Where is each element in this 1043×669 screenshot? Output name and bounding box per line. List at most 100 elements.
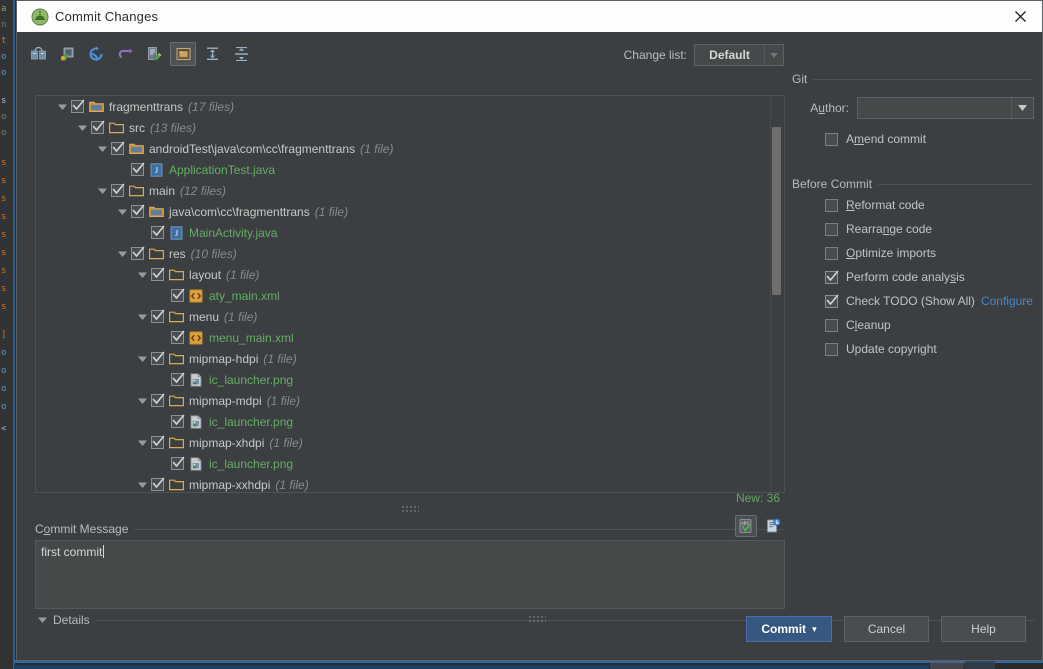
- tree-row[interactable]: aty_main.xml: [36, 285, 784, 306]
- tree-row-checkbox[interactable]: [171, 456, 185, 470]
- tree-row-checkbox[interactable]: [131, 246, 145, 260]
- rollback-icon[interactable]: [112, 42, 138, 66]
- tree-scrollbar[interactable]: [770, 97, 783, 491]
- tree-row-checkbox[interactable]: [171, 372, 185, 386]
- tree-row-checkbox[interactable]: [151, 267, 165, 281]
- author-input[interactable]: [858, 98, 1011, 118]
- option-row-update-copyright[interactable]: Update copyright: [792, 337, 1043, 361]
- splitter-handle-tree[interactable]: [401, 505, 419, 512]
- tree-scrollbar-thumb[interactable]: [772, 127, 781, 295]
- tree-row[interactable]: J ApplicationTest.java: [36, 159, 784, 180]
- chevron-down-icon[interactable]: [35, 613, 49, 627]
- cancel-button[interactable]: Cancel: [844, 616, 929, 642]
- edit-source-icon[interactable]: [141, 42, 167, 66]
- message-history-icon[interactable]: [762, 515, 784, 537]
- collapse-all-icon[interactable]: [228, 42, 254, 66]
- tree-row[interactable]: mipmap-xxhdpi (1 file): [36, 474, 784, 492]
- check-todo-checkbox[interactable]: [825, 294, 839, 308]
- tree-row[interactable]: menu_main.xml: [36, 327, 784, 348]
- chevron-down-icon[interactable]: [76, 121, 89, 134]
- tree-row-checkbox[interactable]: [71, 99, 85, 113]
- tree-row[interactable]: mipmap-xhdpi (1 file): [36, 432, 784, 453]
- tree-row-checkbox[interactable]: [151, 477, 165, 491]
- perform-code-analysis-checkbox[interactable]: [825, 270, 839, 284]
- optimize-imports-checkbox[interactable]: [825, 246, 838, 260]
- tree-row-name: aty_main.xml: [209, 288, 280, 303]
- tree-row[interactable]: menu (1 file): [36, 306, 784, 327]
- refresh-icon[interactable]: [83, 42, 109, 66]
- expand-all-icon[interactable]: [199, 42, 225, 66]
- spellcheck-icon[interactable]: ABC: [735, 515, 757, 537]
- editor-line-fragment: <: [1, 424, 7, 434]
- chevron-down-icon[interactable]: [136, 352, 149, 365]
- tree-row-name: menu_main.xml: [209, 330, 294, 345]
- move-to-changelist-icon[interactable]: [54, 42, 80, 66]
- tree-row-checkbox[interactable]: [151, 309, 165, 323]
- option-row-check-todo[interactable]: Check TODO (Show All) Configure: [792, 289, 1043, 313]
- tree-row-checkbox[interactable]: [151, 225, 165, 239]
- option-row-rearrange-code[interactable]: Rearrange code: [792, 217, 1043, 241]
- tree-row-checkbox[interactable]: [111, 141, 125, 155]
- tree-row[interactable]: res (10 files): [36, 243, 784, 264]
- author-combo[interactable]: [857, 97, 1034, 119]
- tree-row-checkbox[interactable]: [91, 120, 105, 134]
- tree-row[interactable]: androidTest\java\com\cc\fragmenttrans (1 …: [36, 138, 784, 159]
- tree-row[interactable]: fragmenttrans (17 files): [36, 96, 784, 117]
- tree-row-checkbox[interactable]: [151, 435, 165, 449]
- tree-row-file-count: (1 file): [269, 435, 303, 450]
- update-copyright-checkbox[interactable]: [825, 342, 838, 356]
- commit-message-input[interactable]: first commit: [35, 540, 785, 609]
- close-icon[interactable]: [998, 1, 1042, 32]
- tree-row-checkbox[interactable]: [131, 162, 145, 176]
- rearrange-code-label: Rearrange code: [846, 222, 932, 236]
- git-group-rule: [813, 78, 1032, 80]
- option-row-perform-code-analysis[interactable]: Perform code analysis: [792, 265, 1043, 289]
- changelist-combo[interactable]: Default: [694, 44, 784, 66]
- tree-row[interactable]: java\com\cc\fragmenttrans (1 file): [36, 201, 784, 222]
- chevron-down-icon[interactable]: [116, 205, 129, 218]
- chevron-down-icon[interactable]: [1011, 98, 1033, 118]
- configure-link[interactable]: Configure: [981, 294, 1033, 308]
- chevron-down-icon[interactable]: [136, 310, 149, 323]
- group-by-directory-icon[interactable]: [170, 42, 196, 66]
- tree-row[interactable]: mipmap-hdpi (1 file): [36, 348, 784, 369]
- tree-row-checkbox[interactable]: [111, 183, 125, 197]
- show-diff-icon[interactable]: [25, 42, 51, 66]
- rearrange-code-checkbox[interactable]: [825, 222, 838, 236]
- changed-files-tree[interactable]: fragmenttrans (17 files) src (13 files) andr…: [35, 95, 785, 493]
- commit-button[interactable]: Commit ▾: [746, 616, 832, 642]
- chevron-down-icon[interactable]: [96, 142, 109, 155]
- chevron-down-icon[interactable]: [116, 247, 129, 260]
- chevron-down-icon[interactable]: [136, 478, 149, 491]
- option-row-reformat-code[interactable]: Reformat code: [792, 193, 1043, 217]
- tree-row[interactable]: J MainActivity.java: [36, 222, 784, 243]
- tree-row[interactable]: ic_launcher.png: [36, 411, 784, 432]
- tree-row[interactable]: src (13 files): [36, 117, 784, 138]
- tree-row-checkbox[interactable]: [171, 330, 185, 344]
- reformat-code-checkbox[interactable]: [825, 198, 838, 212]
- tree-row[interactable]: main (12 files): [36, 180, 784, 201]
- amend-commit-checkbox[interactable]: [825, 132, 838, 146]
- tree-row-checkbox[interactable]: [171, 288, 185, 302]
- option-row-optimize-imports[interactable]: Optimize imports: [792, 241, 1043, 265]
- chevron-down-icon[interactable]: [56, 100, 69, 113]
- cleanup-checkbox[interactable]: [825, 318, 838, 332]
- chevron-down-icon: ▾: [812, 623, 817, 634]
- tree-row[interactable]: mipmap-mdpi (1 file): [36, 390, 784, 411]
- tree-row-checkbox[interactable]: [151, 351, 165, 365]
- tree-row[interactable]: ic_launcher.png: [36, 453, 784, 474]
- option-label-pre: C: [846, 318, 855, 332]
- help-button[interactable]: Help: [941, 616, 1026, 642]
- tree-row[interactable]: layout (1 file): [36, 264, 784, 285]
- amend-commit-row[interactable]: Amend commit: [792, 127, 1043, 151]
- tree-row-checkbox[interactable]: [171, 414, 185, 428]
- tree-row-checkbox[interactable]: [131, 204, 145, 218]
- chevron-down-icon[interactable]: [136, 436, 149, 449]
- tree-row[interactable]: ic_launcher.png: [36, 369, 784, 390]
- chevron-down-icon[interactable]: [96, 184, 109, 197]
- chevron-down-icon[interactable]: [136, 268, 149, 281]
- option-row-cleanup[interactable]: Cleanup: [792, 313, 1043, 337]
- splitter-handle-details[interactable]: [528, 615, 546, 622]
- tree-row-checkbox[interactable]: [151, 393, 165, 407]
- chevron-down-icon[interactable]: [136, 394, 149, 407]
